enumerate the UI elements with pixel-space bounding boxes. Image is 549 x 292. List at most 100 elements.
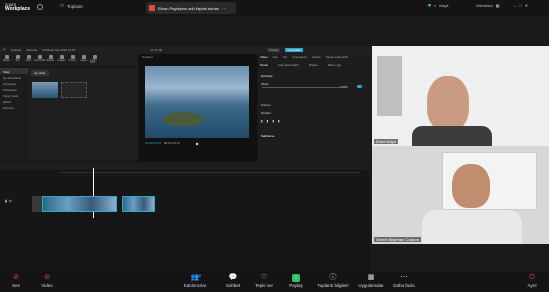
window-controls[interactable]: – □ ✕ [514, 3, 528, 8]
heart-icon: ♡ [260, 274, 268, 281]
capcut-toolbar: Medya Ses Metin Çıkartmalar Efektler Geç… [0, 54, 138, 66]
subtab-basic[interactable]: Temel [260, 63, 268, 67]
import-button[interactable]: İçe aktar [31, 70, 49, 76]
capcut-menu-icon[interactable]: ☰ [3, 48, 6, 52]
more-icon[interactable]: ⋯ [222, 6, 226, 11]
tool-effects[interactable]: Efektler [46, 55, 55, 65]
react-button[interactable]: ♡ Tepki ver [249, 274, 279, 288]
uniform-scale-toggle[interactable] [357, 85, 362, 88]
scale-value[interactable]: 100% [340, 85, 348, 89]
align-buttons[interactable]: ▮ ▮ ▮ ▮ [261, 119, 280, 123]
person-shoulders [412, 126, 492, 146]
chat-label: Sohbet [225, 283, 241, 288]
participants-button[interactable]: 👥 Katılımcılar [178, 274, 212, 288]
more-options-icon[interactable] [37, 4, 43, 10]
inspector-subtabs: Temel Arka plan kaldır Maske Retuş yap [260, 63, 341, 67]
menu-toplanti[interactable]: Toplantı [11, 48, 22, 52]
share-button[interactable]: Paylaş [267, 48, 281, 52]
subtab-retouch[interactable]: Retuş yap [328, 63, 342, 67]
tool-filters[interactable]: Filtreler [68, 55, 77, 65]
tool-text[interactable]: Metin [24, 55, 33, 65]
tab-audio[interactable]: Ses [273, 55, 278, 59]
more-button[interactable]: ⋯ Daha fazla [389, 274, 419, 288]
more-icon: ⋯ [400, 274, 408, 281]
share-button[interactable]: ↑ Paylaş [281, 274, 311, 288]
participant-name: Emre Kaya [374, 139, 398, 144]
share-icon: ↑ [292, 274, 300, 282]
tool-transitions[interactable]: Geçişler [57, 55, 66, 65]
wall-object [377, 56, 402, 116]
tab-speed[interactable]: Hız [283, 55, 288, 59]
effects-icon [48, 55, 53, 59]
meeting-info-label: Toplantı bilgileri [317, 283, 349, 288]
export-button[interactable]: Dışa aktar [285, 48, 303, 52]
video-clip-1[interactable] [42, 196, 117, 212]
react-label: Tepki ver [254, 283, 273, 288]
sticker-icon [37, 55, 42, 59]
tool-stickers[interactable]: Çıkartmalar [34, 55, 45, 65]
zoom-title-bar: zoom Workplace ⚇ Toplantı Ekran Paylaşım… [0, 0, 549, 16]
align-icon[interactable]: ▮ [278, 119, 280, 123]
participant-tile-1[interactable]: Emre Kaya [372, 46, 549, 146]
minimize-icon[interactable]: – [514, 3, 516, 8]
scale-slider[interactable] [262, 87, 340, 88]
tab-animation[interactable]: Animasyon [292, 55, 307, 59]
tab-ai-effects[interactable]: Yapay zekâ etkili [326, 55, 348, 59]
apps-button[interactable]: ▦ Uygulamalar [355, 274, 387, 288]
tool-media[interactable]: Medya [2, 55, 11, 65]
leave-label: Ayrıl [527, 283, 537, 288]
tool-label: Ayarla [80, 60, 87, 62]
media-thumbnail[interactable] [32, 82, 58, 98]
mute-button[interactable]: ⊘ Ses [1, 274, 31, 288]
meeting-tab[interactable]: ⚇ Toplantı [60, 3, 83, 9]
meeting-info-button[interactable]: ⓘ Toplantı bilgileri [313, 274, 353, 288]
tool-label: Geçişler [57, 60, 66, 62]
timeline-toolbar [0, 162, 370, 170]
play-icon[interactable]: ▶ [196, 141, 199, 146]
close-icon[interactable]: ✕ [525, 3, 528, 8]
meeting-icon: ⚇ [60, 3, 65, 8]
share-label: Paylaş [289, 283, 303, 288]
participants-count: 2 [199, 274, 201, 278]
tab-video[interactable]: Video [260, 55, 268, 59]
chat-button[interactable]: 💬 Sohbet [218, 274, 248, 288]
tab-adjust[interactable]: Ayarla [312, 55, 320, 59]
project-time: 17:12 (3) [150, 48, 163, 52]
share-indicator-icon [149, 5, 155, 11]
align-icon[interactable]: ▮ [261, 119, 263, 123]
maximize-icon[interactable]: □ [519, 3, 521, 8]
timeline-panel: 🔒 👁 [0, 162, 370, 272]
capcut-topbar: ☰ Toplantı Düzenle Untitled1 Apr 2024 14… [0, 46, 370, 54]
tool-label: Metin [25, 60, 32, 62]
align-icon[interactable]: ▮ [272, 119, 274, 123]
timecode-current: 00:00:30:03 [145, 141, 161, 145]
video-button[interactable]: ⊘ Video [32, 274, 62, 288]
menu-duzenle[interactable]: Düzenle [26, 48, 37, 52]
inspector-tabs: Video Ses Hız Animasyon Ayarla Yapay zek… [260, 55, 348, 59]
tool-audio[interactable]: Ses [13, 55, 22, 65]
subtab-mask[interactable]: Maske [309, 63, 318, 67]
cover-thumb[interactable] [32, 196, 42, 212]
sidebar-item-equipment[interactable]: Ekipman [0, 104, 28, 110]
tool-ai[interactable]: Yapay zekâ [90, 55, 99, 65]
track-icons[interactable]: 🔒 👁 [4, 199, 12, 203]
video-label: Video [41, 283, 53, 288]
record-status[interactable]: ⛊ ● Kayıt [428, 3, 449, 8]
participant-tile-2[interactable]: Ahmet Bilgehan Coşkun [372, 146, 549, 244]
video-preview[interactable] [145, 66, 249, 138]
media-placeholder[interactable] [61, 82, 87, 98]
align-icon[interactable]: ▮ [267, 119, 269, 123]
player-panel: Oynatıcı 00:00:30:03 00:00:30:10 ▶ [139, 54, 257, 162]
video-clip-2[interactable] [122, 196, 155, 212]
shared-screen-capcut[interactable]: ☰ Toplantı Düzenle Untitled1 Apr 2024 14… [0, 46, 370, 272]
rotate-label: Döndür [261, 111, 271, 115]
view-button[interactable]: Görünüm ▦ [476, 3, 499, 8]
transition-icon [59, 55, 64, 59]
subtab-remove-bg[interactable]: Arka plan kaldır [278, 63, 299, 67]
info-icon: ⓘ [329, 274, 337, 281]
participants-label: Katılımcılar [183, 283, 207, 288]
inspector-panel: Video Ses Hız Animasyon Ayarla Yapay zek… [258, 54, 370, 162]
leave-button[interactable]: ⏻ Ayrıl [517, 274, 547, 288]
tool-adjust[interactable]: Ayarla [79, 55, 88, 65]
share-screen-tab[interactable]: Ekran Paylaşımı adlı kişinin ekranı ⋯ [146, 2, 236, 14]
